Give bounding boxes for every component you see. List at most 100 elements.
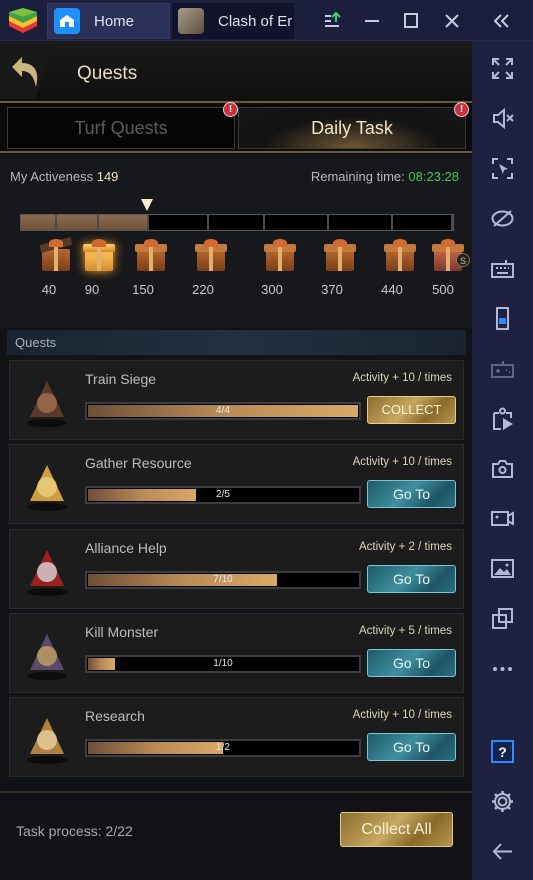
mute-icon[interactable]: [489, 105, 516, 132]
apk-install-icon[interactable]: [489, 405, 516, 432]
activeness-label: My Activeness 149: [10, 169, 119, 184]
quest-name: Train Siege: [85, 371, 157, 387]
quest-progress-text: 7/10: [213, 573, 233, 585]
video-record-icon[interactable]: [489, 505, 516, 532]
upload-apk-icon[interactable]: [322, 10, 344, 32]
activeness-panel: My Activeness 149 Remaining time: 08:23:…: [0, 159, 472, 354]
quest-progress-text: 4/4: [216, 405, 230, 416]
activeness-segment: [329, 215, 393, 230]
quest-progress-bar: 1/10: [85, 654, 361, 673]
back-arrow-icon: [12, 57, 38, 87]
activeness-segment: [209, 215, 265, 230]
quest-activity-reward: Activity + 10 / times: [352, 709, 452, 722]
back-button[interactable]: [0, 47, 53, 99]
quests-header: Quests: [0, 41, 472, 103]
activeness-segment: [57, 215, 99, 230]
more-icon[interactable]: [489, 655, 516, 682]
settings-icon[interactable]: [489, 788, 516, 815]
quest-item: Alliance Help Activity + 2 / times 7/10 Go …: [9, 528, 464, 609]
eye-slash-icon[interactable]: [489, 205, 516, 232]
page-title: Quests: [77, 63, 138, 84]
quest-progress-bar: 1/2: [85, 739, 361, 758]
quest-name: Research: [85, 708, 145, 725]
quest-list: Quests Train Siege Activity + 10 / times 4…: [0, 328, 472, 788]
alert-badge: !: [223, 102, 238, 117]
crossed-swords-icon: [20, 626, 74, 682]
quests-footer: Task process: 2/22 Collect All: [0, 791, 472, 880]
home-icon: [54, 8, 80, 34]
camera-icon[interactable]: [489, 455, 516, 482]
fullscreen-icon[interactable]: [489, 55, 516, 82]
quest-activity-reward: Activity + 5 / times: [359, 624, 452, 637]
quest-activity-reward: Activity + 10 / times: [352, 372, 452, 384]
quest-progress-text: 2/5: [216, 489, 230, 501]
quest-name: Gather Resource: [85, 455, 192, 472]
activeness-progress-track: [20, 214, 454, 231]
gift-box-icon[interactable]: [195, 239, 227, 273]
close-icon[interactable]: [441, 10, 463, 32]
go-to-button[interactable]: Go To: [367, 564, 456, 593]
quest-section-title: Quests: [7, 330, 466, 355]
minimize-icon[interactable]: [361, 10, 383, 32]
tier-label: 370: [321, 282, 343, 297]
activeness-segment: [99, 215, 149, 230]
activeness-segment: [149, 215, 209, 230]
remaining-time-value: 08:23:28: [408, 169, 459, 184]
collect-button[interactable]: COLLECT: [367, 396, 456, 424]
quest-item: Research Activity + 10 / times 1/2 Go To: [9, 697, 464, 778]
tab-daily-task-label: Daily Task: [311, 117, 393, 138]
keyboard-icon[interactable]: [489, 255, 516, 282]
gift-box-icon[interactable]: [264, 239, 296, 273]
go-to-button[interactable]: Go To: [367, 648, 456, 677]
quest-activity-reward: Activity + 2 / times: [359, 540, 452, 553]
quest-progress-text: 1/2: [216, 742, 230, 754]
activeness-segment: [265, 215, 329, 230]
tier-label: 300: [261, 282, 283, 297]
quest-item: Kill Monster Activity + 5 / times 1/10 Go T…: [9, 612, 464, 693]
gift-box-icon[interactable]: [135, 239, 167, 273]
tab-home-label: Home: [94, 12, 135, 30]
tab-daily-task[interactable]: Daily Task !: [238, 102, 469, 149]
game-viewport: Quests Turf Quests ! Daily Task ! My Act…: [0, 41, 472, 880]
back-icon[interactable]: [489, 838, 516, 865]
tab-game-label: Clash of Er: [218, 12, 293, 30]
activeness-marker-icon: [141, 199, 154, 211]
help-icon[interactable]: ?: [489, 738, 516, 765]
tier-label: 500: [432, 282, 454, 297]
tier-label: 150: [132, 282, 154, 297]
gallery-icon[interactable]: [489, 555, 516, 582]
tab-turf-quests[interactable]: Turf Quests !: [7, 102, 238, 149]
quest-item: Train Siege Activity + 10 / times 4/4 COLLE…: [9, 360, 464, 440]
quest-progress-bar: 7/10: [85, 570, 361, 589]
quest-item: Gather Resource Activity + 10 / times 2/5 G…: [9, 444, 464, 525]
tab-clash-of-empire[interactable]: Clash of Er: [172, 3, 294, 39]
gift-box-icon[interactable]: [384, 239, 416, 273]
activeness-value: 149: [96, 169, 119, 184]
tab-home[interactable]: Home: [47, 3, 170, 39]
alert-badge: !: [454, 102, 469, 117]
gift-box-icon[interactable]: [324, 239, 356, 273]
activeness-segment: [393, 215, 453, 230]
maximize-icon[interactable]: [400, 10, 422, 32]
collapse-sidebar-icon[interactable]: [490, 10, 512, 32]
collect-all-button[interactable]: Collect All: [340, 812, 453, 847]
gift-box-icon[interactable]: [39, 236, 73, 273]
bluestacks-logo-icon[interactable]: [7, 6, 39, 36]
treasure-chest-icon[interactable]: S: [432, 239, 470, 273]
quest-activity-reward: Activity + 10 / times: [352, 456, 452, 469]
tier-label: 40: [41, 282, 57, 297]
activeness-segment: [21, 215, 57, 230]
multi-instance-icon[interactable]: [489, 605, 516, 632]
gamepad-icon[interactable]: [489, 355, 516, 382]
quest-name: Alliance Help: [85, 539, 167, 556]
game-thumbnail: [178, 8, 204, 34]
gift-box-icon[interactable]: [83, 239, 115, 273]
screen-select-icon[interactable]: [489, 155, 516, 182]
quest-progress-bar: 2/5: [85, 486, 361, 505]
phone-rotate-icon[interactable]: [489, 305, 516, 332]
quest-progress-bar: 4/4: [85, 402, 361, 420]
tab-turf-quests-label: Turf Quests: [74, 117, 168, 138]
svg-text:?: ?: [498, 744, 507, 760]
go-to-button[interactable]: Go To: [367, 480, 456, 509]
go-to-button[interactable]: Go To: [367, 733, 456, 762]
